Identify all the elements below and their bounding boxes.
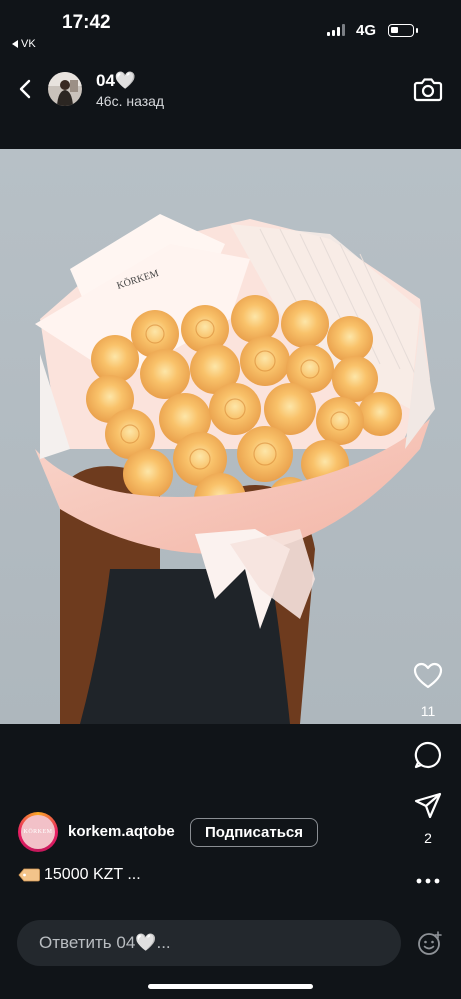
caption[interactable]: 15000 KZT ...: [18, 866, 141, 884]
back-app-label: VK: [21, 38, 36, 50]
story-photo: KÖRKEM: [0, 149, 461, 724]
comment-icon[interactable]: [413, 740, 443, 770]
shares-count: 2: [424, 830, 432, 846]
battery-icon: [388, 24, 414, 37]
author-avatar-logo: KÖRKEM: [23, 829, 53, 835]
story-time: 46с. назад: [96, 93, 165, 109]
follow-button[interactable]: Подписаться: [190, 818, 318, 847]
avatar[interactable]: [48, 72, 82, 106]
paper-plane-icon[interactable]: [413, 791, 443, 821]
heart-icon[interactable]: [412, 660, 444, 692]
emoji-icon[interactable]: [417, 930, 443, 956]
price-tag-icon: [18, 868, 40, 882]
chevron-left-icon[interactable]: [16, 78, 36, 100]
status-time: 17:42: [62, 12, 111, 33]
back-triangle-icon: [12, 40, 18, 48]
caption-text: 15000 KZT ...: [44, 866, 141, 883]
network-type: 4G: [356, 22, 377, 39]
likes-count: 11: [420, 703, 436, 719]
camera-icon[interactable]: [413, 74, 443, 104]
author-username[interactable]: korkem.aqtobe: [68, 823, 175, 840]
more-dots-icon[interactable]: [416, 878, 440, 884]
author-avatar[interactable]: KÖRKEM: [18, 812, 58, 852]
story-title[interactable]: 04🤍: [96, 71, 136, 91]
reply-input[interactable]: Ответить 04🤍...: [17, 920, 401, 966]
battery-tip: [416, 28, 418, 33]
home-indicator: [148, 984, 313, 989]
signal-icon: [327, 24, 345, 36]
back-to-app[interactable]: VK: [12, 38, 36, 50]
